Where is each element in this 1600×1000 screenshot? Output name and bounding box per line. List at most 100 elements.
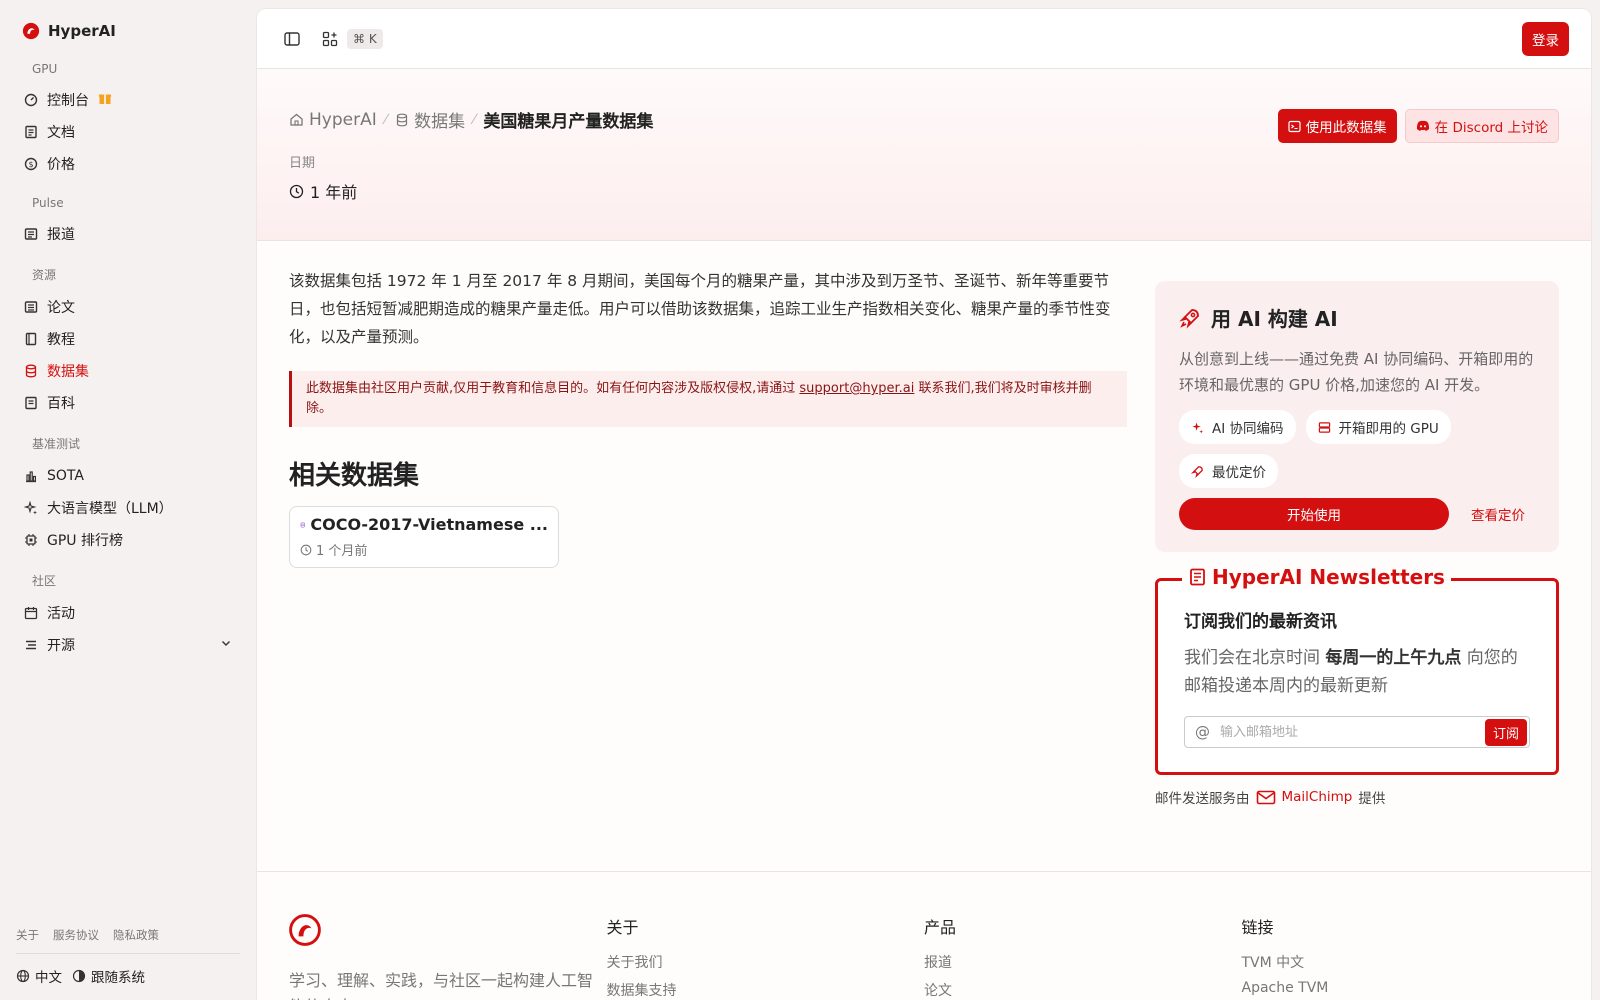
topbar: ⌘ K 登录 xyxy=(257,9,1591,69)
sidebar-item-papers[interactable]: 论文 xyxy=(16,291,240,323)
email-input[interactable] xyxy=(1220,724,1485,740)
chip-ai-coding: AI 协同编码 xyxy=(1179,410,1296,444)
feature-chips: AI 协同编码 开箱即用的 GPU 最优定价 xyxy=(1179,410,1535,488)
chip-label: 开箱即用的 GPU xyxy=(1338,421,1439,437)
footer-column-links: 链接 TVM 中文 Apache TVM xyxy=(1242,914,1560,1000)
ai-promo-card: 用 AI 构建 AI 从创意到上线——通过免费 AI 协同编码、开箱即用的环境和… xyxy=(1155,281,1559,552)
footer-link-about[interactable]: 关于 xyxy=(16,927,39,943)
sidebar-item-docs[interactable]: 文档 xyxy=(16,116,240,148)
sidebar-item-label: 文档 xyxy=(47,125,75,141)
newsletter-legend-text: HyperAI Newsletters xyxy=(1212,565,1445,589)
brand[interactable]: HyperAI xyxy=(16,20,240,42)
use-dataset-label: 使用此数据集 xyxy=(1305,120,1387,136)
subscribe-button[interactable]: 订阅 xyxy=(1484,718,1527,746)
ai-card-actions: 开始使用 查看定价 xyxy=(1179,498,1535,530)
date-label: 日期 xyxy=(289,156,316,171)
sidebar-item-console[interactable]: 控制台 xyxy=(16,84,240,116)
sidebar-item-label: 教程 xyxy=(47,332,75,348)
right-column: 用 AI 构建 AI 从创意到上线——通过免费 AI 协同编码、开箱即用的环境和… xyxy=(1155,281,1559,807)
sidebar-item-tutorials[interactable]: 教程 xyxy=(16,323,240,355)
breadcrumb-separator: ⁄ xyxy=(473,111,476,128)
chip-gpu: 开箱即用的 GPU xyxy=(1305,410,1451,444)
use-dataset-button[interactable]: 使用此数据集 xyxy=(1277,109,1397,143)
chip-pricing: 最优定价 xyxy=(1179,454,1278,488)
provider-text: 提供 xyxy=(1358,791,1386,807)
sidebar-item-label: 活动 xyxy=(47,606,75,622)
footer-brand-column: 学习、理解、实践，与社区一起构建人工智能的未来 xyxy=(289,914,607,1000)
language-label: 中文 xyxy=(35,970,62,986)
globe-icon xyxy=(16,969,30,983)
doc-icon xyxy=(24,125,38,139)
breadcrumb-datasets[interactable]: 数据集 xyxy=(395,107,465,132)
support-email-link[interactable]: support@hyper.ai xyxy=(799,381,914,396)
newsletter-text: 我们会在北京时间 每周一的上午九点 向您的邮箱投递本周内的最新更新 xyxy=(1184,644,1530,700)
newsletter-legend: HyperAI Newsletters xyxy=(1182,565,1451,589)
footer-link-terms[interactable]: 服务协议 xyxy=(53,927,99,943)
sidebar-item-label: 开源 xyxy=(47,638,75,654)
sidebar-item-label: 数据集 xyxy=(47,364,89,380)
breadcrumb-label: 数据集 xyxy=(414,112,466,132)
footer-link[interactable]: 数据集支持 xyxy=(607,980,925,1000)
bar-chart-icon xyxy=(24,469,38,483)
language-switcher[interactable]: 中文 xyxy=(16,966,62,986)
related-dataset-date: 1 个月前 xyxy=(300,540,548,559)
theme-switcher[interactable]: 跟随系统 xyxy=(72,966,145,986)
page-title: 美国糖果月产量数据集 xyxy=(483,112,654,132)
footer-link[interactable]: 论文 xyxy=(924,980,1242,1000)
footer-link[interactable]: 报道 xyxy=(924,952,1242,972)
sidebar-item-gpu-leaderboard[interactable]: GPU 排行榜 xyxy=(16,524,240,556)
discord-label: 在 Discord 上讨论 xyxy=(1434,120,1548,136)
footer-link[interactable]: Apache TVM xyxy=(1242,980,1560,996)
footer-link[interactable]: 关于我们 xyxy=(607,952,925,972)
sidebar-item-llm[interactable]: 大语言模型（LLM） xyxy=(16,492,240,524)
sidebar-item-label: 控制台 xyxy=(47,93,89,109)
discord-discuss-button[interactable]: 在 Discord 上讨论 xyxy=(1404,109,1559,143)
calendar-icon xyxy=(24,606,38,620)
footer-column-title: 关于 xyxy=(606,918,639,937)
sidebar-toggle-icon[interactable] xyxy=(279,26,305,52)
related-datasets-title: 相关数据集 xyxy=(289,461,420,491)
breadcrumb-home[interactable]: HyperAI xyxy=(289,110,377,130)
sidebar-footer-links: 关于 服务协议 隐私政策 xyxy=(16,927,240,954)
command-menu-icon[interactable] xyxy=(317,26,343,52)
sidebar-item-events[interactable]: 活动 xyxy=(16,597,240,629)
view-pricing-link[interactable]: 查看定价 xyxy=(1471,504,1525,524)
get-started-button[interactable]: 开始使用 xyxy=(1179,498,1449,530)
database-icon xyxy=(24,364,38,378)
dollar-icon: $ xyxy=(24,157,38,171)
mail-icon xyxy=(1256,790,1275,804)
footer-link-privacy[interactable]: 隐私政策 xyxy=(113,927,159,943)
footer-column-title: 链接 xyxy=(1241,918,1274,937)
terminal-icon xyxy=(1288,120,1301,132)
sidebar-item-wiki[interactable]: 百科 xyxy=(16,387,240,419)
brand-name: HyperAI xyxy=(48,22,116,40)
sidebar-item-datasets[interactable]: 数据集 xyxy=(16,355,240,387)
ai-card-description: 从创意到上线——通过免费 AI 协同编码、开箱即用的环境和最优惠的 GPU 价格… xyxy=(1179,350,1534,394)
related-dataset-card[interactable]: COCO-2017-Vietnamese ... 1 个月前 xyxy=(289,506,559,568)
nav-section-pulse: Pulse xyxy=(32,196,64,210)
sidebar-item-news[interactable]: 报道 xyxy=(16,218,240,250)
rocket-icon xyxy=(1179,308,1199,329)
sidebar-item-pricing[interactable]: $ 价格 xyxy=(16,148,240,180)
newsletter-box: HyperAI Newsletters 订阅我们的最新资讯 我们会在北京时间 每… xyxy=(1155,565,1559,775)
login-button[interactable]: 登录 xyxy=(1522,21,1569,56)
related-dataset-title: COCO-2017-Vietnamese ... xyxy=(300,515,548,534)
footer-column-about: 关于 关于我们 数据集支持 xyxy=(607,914,925,1000)
page-footer: 学习、理解、实践，与社区一起构建人工智能的未来 关于 关于我们 数据集支持 产品… xyxy=(257,871,1591,1000)
paper-icon xyxy=(24,300,38,314)
nav-section-resources: 资源 xyxy=(32,268,57,282)
mailchimp-link[interactable]: MailChimp xyxy=(1256,789,1352,805)
clock-icon xyxy=(300,544,312,555)
hyperai-logo-icon[interactable] xyxy=(289,914,321,946)
sidebar-item-sota[interactable]: SOTA xyxy=(16,460,240,492)
chip-label: AI 协同编码 xyxy=(1212,421,1284,437)
book-open-icon xyxy=(24,396,38,410)
sidebar-item-label: 价格 xyxy=(47,157,75,173)
search-shortcut[interactable]: ⌘ K xyxy=(347,28,383,49)
hyperai-logo-icon xyxy=(22,22,40,40)
sidebar-item-open-source[interactable]: 开源 xyxy=(16,629,240,661)
content: 该数据集包括 1972 年 1 月至 2017 年 8 月期间，美国每个月的糖果… xyxy=(257,241,1591,807)
chevron-down-icon[interactable] xyxy=(220,637,232,653)
footer-column-products: 产品 报道 论文 xyxy=(924,914,1242,1000)
footer-link[interactable]: TVM 中文 xyxy=(1242,952,1560,972)
